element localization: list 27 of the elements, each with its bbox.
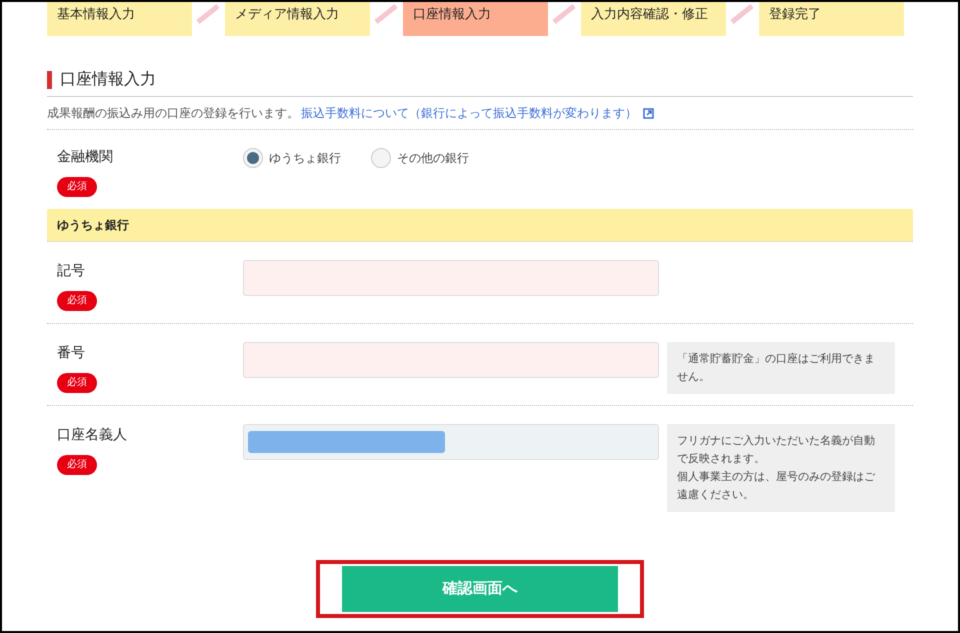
required-badge: 必須 xyxy=(57,291,97,311)
hint-text: フリガナにご入力いただいた名義が自動で反映されます。 xyxy=(677,434,876,467)
hint-text: 「通常貯蓄貯金」の口座はご利用できません。 xyxy=(677,352,876,385)
required-badge: 必須 xyxy=(57,455,97,475)
heading-marker xyxy=(47,71,52,89)
field-label: 記号 xyxy=(57,261,85,280)
bank-band: ゆうちょ銀行 xyxy=(47,209,913,242)
text-field[interactable] xyxy=(243,260,659,296)
name-field[interactable] xyxy=(243,424,659,460)
progress-step: 口座情報入力 xyxy=(403,2,548,36)
progress-step: 入力内容確認・修正 xyxy=(581,2,726,36)
external-link-icon xyxy=(643,108,654,118)
fee-link[interactable]: 振込手数料について（銀行によって振込手数料が変わります） xyxy=(301,104,637,122)
bank-radio[interactable]: その他の銀行 xyxy=(371,148,469,168)
required-badge: 必須 xyxy=(57,373,97,393)
description-text: 成果報酬の振込み用の口座の登録を行います。 xyxy=(47,105,299,122)
field-label: 口座名義人 xyxy=(57,425,127,444)
progress-step: メディア情報入力 xyxy=(225,2,370,36)
bank-radio[interactable]: ゆうちょ銀行 xyxy=(243,148,341,168)
section-title: 口座情報入力 xyxy=(60,70,156,90)
hint-text: 個人事業主の方は、屋号のみの登録はご遠慮ください。 xyxy=(677,470,876,503)
progress-step: 基本情報入力 xyxy=(47,2,192,36)
field-label: 金融機関 xyxy=(57,147,113,166)
field-label: 番号 xyxy=(57,343,85,362)
text-field[interactable] xyxy=(243,342,659,378)
progress-step: 登録完了 xyxy=(759,2,904,36)
required-badge: 必須 xyxy=(57,177,97,197)
